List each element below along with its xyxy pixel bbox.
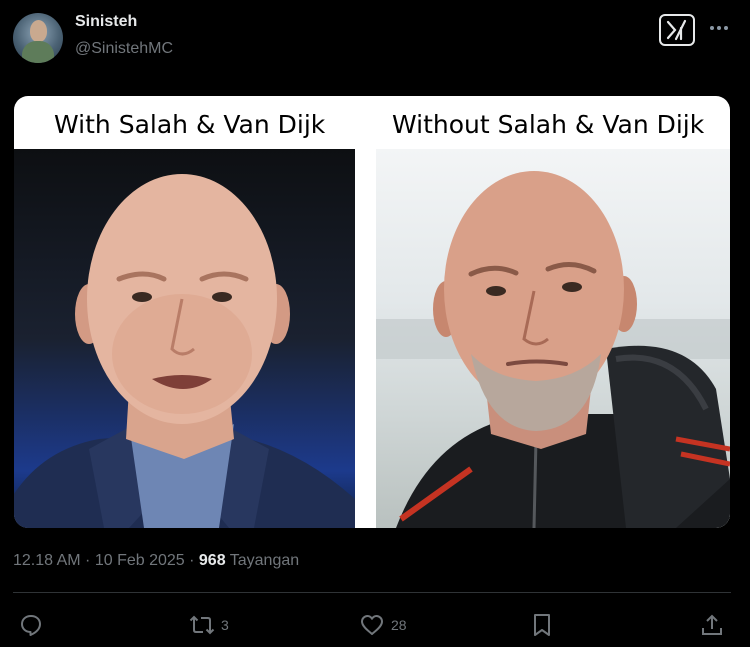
grok-icon: [666, 19, 687, 41]
like-button[interactable]: 28: [359, 612, 407, 638]
divider: [13, 592, 731, 593]
reply-button[interactable]: [19, 612, 49, 638]
retweet-button[interactable]: 3: [189, 612, 229, 638]
reply-icon: [21, 615, 41, 636]
share-icon: [702, 614, 722, 635]
left-caption: With Salah & Van Dijk: [54, 110, 326, 139]
stats-separator: ·: [184, 552, 199, 569]
tweet-media[interactable]: With Salah & Van Dijk Without Salah & Va…: [14, 96, 730, 528]
more-button[interactable]: [708, 18, 730, 38]
like-icon: [361, 615, 383, 635]
more-icon: [710, 26, 728, 30]
left-photo: [14, 149, 355, 528]
avatar-head: [30, 20, 47, 42]
avatar-body: [22, 41, 54, 63]
author-display-name[interactable]: Sinisteh: [75, 13, 137, 31]
tweet-stats: 12.18 AM · 10 Feb 2025 · 968 Tayangan: [13, 552, 299, 570]
share-button[interactable]: [700, 612, 724, 638]
like-count: 28: [391, 617, 407, 633]
author-handle[interactable]: @SinistehMC: [75, 40, 173, 58]
timestamp[interactable]: 12.18 AM · 10 Feb 2025: [13, 552, 185, 569]
retweet-icon: [189, 615, 215, 635]
avatar[interactable]: [13, 13, 63, 63]
bookmark-button[interactable]: [531, 612, 553, 638]
retweet-count: 3: [221, 617, 229, 633]
bookmark-icon: [534, 614, 550, 636]
view-count: 968: [198, 552, 226, 569]
view-label: Tayangan: [229, 552, 300, 569]
grok-button[interactable]: [659, 14, 695, 46]
right-photo: [376, 149, 730, 528]
right-caption: Without Salah & Van Dijk: [392, 110, 705, 139]
